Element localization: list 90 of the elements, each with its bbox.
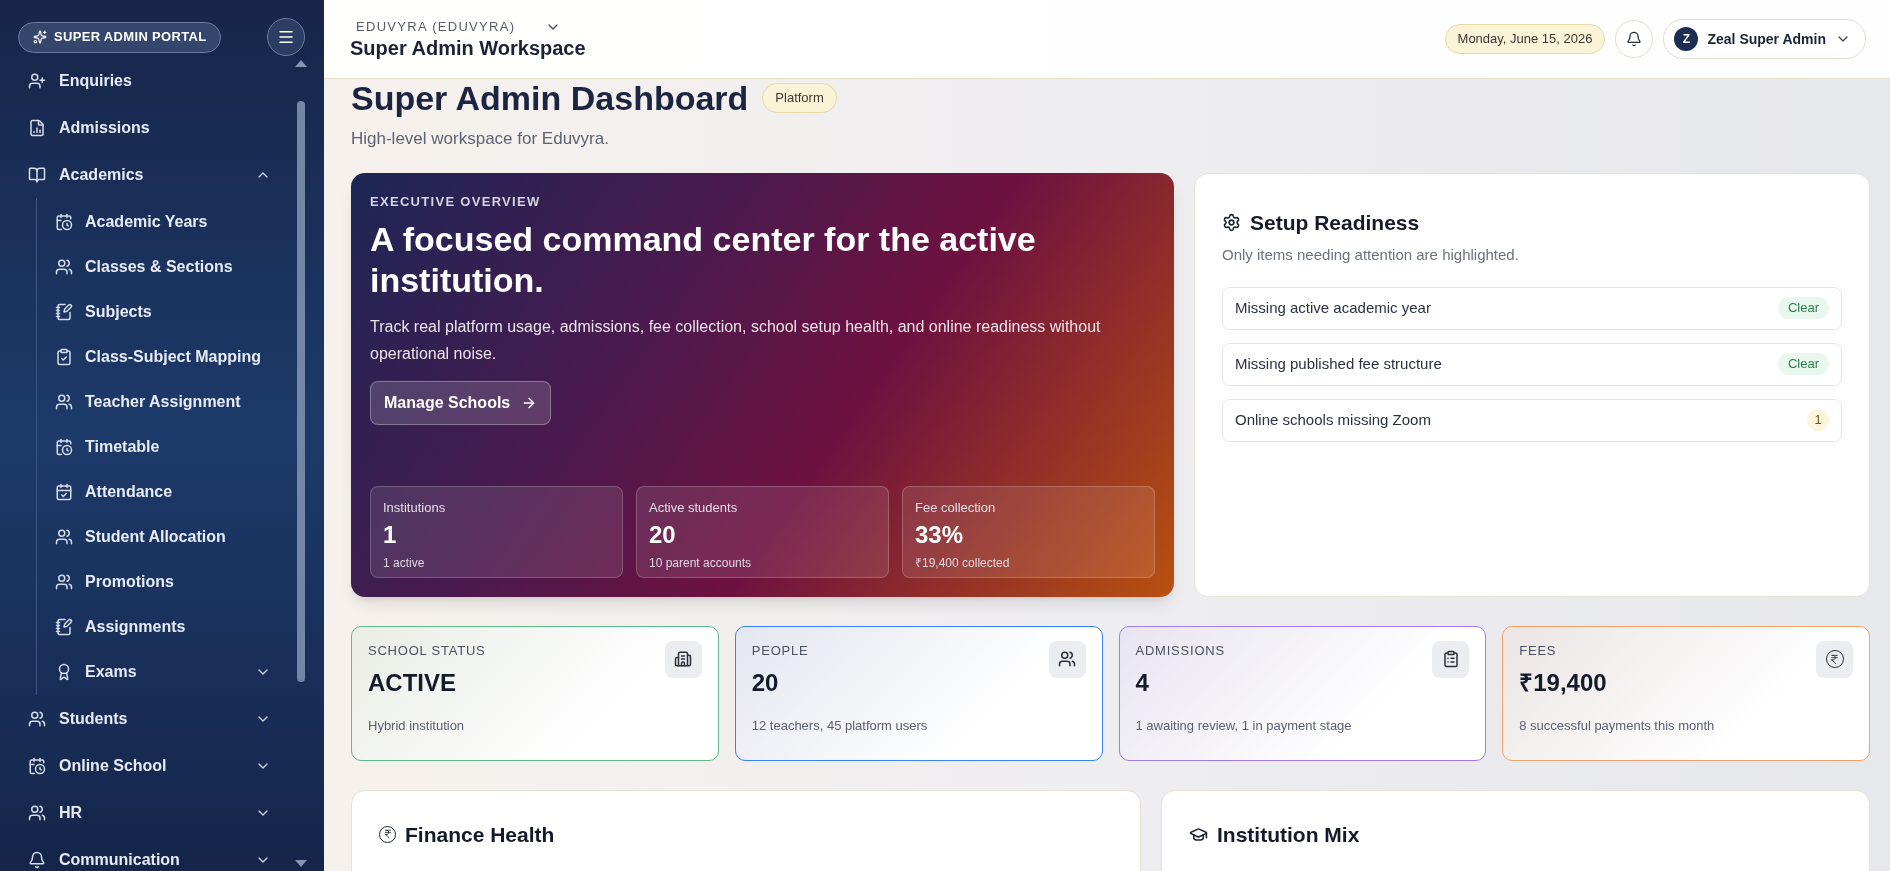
metric-label: Fee collection — [915, 498, 997, 517]
users-icon — [55, 572, 73, 591]
organization-switcher[interactable]: EDUVYRA (EDUVYRA) — [350, 16, 586, 37]
metric-note: ₹19,400 collected — [915, 555, 1011, 572]
menu-button[interactable] — [267, 18, 305, 56]
stat-label: FEES — [1519, 641, 1557, 660]
metric-value: 20 — [649, 520, 677, 550]
card-subtitle: Only items needing attention are highlighted. — [1222, 245, 1520, 265]
notifications-button[interactable] — [1615, 20, 1654, 58]
users-icon — [28, 803, 46, 822]
sidebar-item[interactable]: Enquiries — [0, 57, 295, 104]
user-avatar: Z — [1674, 27, 1699, 51]
page-title: Super Admin Dashboard — [351, 78, 749, 118]
sidebar-item[interactable]: HR — [0, 789, 295, 836]
sidebar-item[interactable]: Communication — [0, 836, 295, 871]
stat-note: 8 successful payments this month — [1519, 716, 1716, 735]
stat-note: Hybrid institution — [368, 716, 466, 735]
workspace-title: Super Admin Workspace — [350, 36, 586, 62]
user-menu[interactable]: Z Zeal Super Admin — [1663, 19, 1866, 59]
user-name: Zeal Super Admin — [1707, 29, 1826, 49]
stat-value: 4 — [1135, 667, 1150, 698]
metric-note: 10 parent accounts — [649, 555, 753, 572]
card-title: Setup Readiness — [1250, 209, 1420, 236]
sidebar-item[interactable]: Student Allocation — [37, 514, 295, 559]
stat-note: 12 teachers, 45 platform users — [751, 716, 929, 735]
stat-label: PEOPLE — [751, 641, 809, 660]
stat-value: 20 — [751, 667, 780, 698]
sidebar-item[interactable]: Timetable — [37, 424, 295, 469]
sidebar-item[interactable]: Students — [0, 695, 295, 742]
sidebar-item[interactable]: Assignments — [37, 604, 295, 649]
status-badge: 1 — [1807, 409, 1829, 431]
card-title: Finance Health — [405, 821, 555, 848]
rupee-coin-icon — [1816, 640, 1853, 678]
clipboard-check-icon — [55, 347, 73, 366]
stat-label: SCHOOL STATUS — [368, 641, 486, 660]
sidebar-item[interactable]: Academic Years — [37, 199, 295, 244]
stat-label: ADMISSIONS — [1135, 641, 1225, 660]
metric-value: 33% — [915, 520, 965, 550]
building-icon — [664, 640, 702, 678]
report-icon — [28, 118, 46, 137]
sidebar-item[interactable]: Teacher Assignment — [37, 379, 295, 424]
users-icon — [55, 392, 73, 411]
sidebar-item[interactable]: Academics — [0, 151, 295, 198]
metric-value: 1 — [383, 520, 398, 550]
overview-eyebrow: EXECUTIVE OVERVIEW — [370, 192, 542, 211]
settings-icon — [1222, 212, 1241, 232]
notebook-icon — [55, 302, 73, 321]
page-subtitle: High-level workspace for Eduvyra. — [351, 128, 610, 150]
readiness-label: Missing active academic year — [1235, 297, 1431, 318]
portal-label: SUPER ADMIN PORTAL — [54, 28, 207, 47]
clipboard-icon — [1432, 640, 1470, 678]
sidebar-item[interactable]: Classes & Sections — [37, 244, 295, 289]
metric-label: Active students — [649, 498, 739, 517]
bell-icon — [1626, 31, 1643, 47]
users-icon — [1048, 640, 1086, 678]
readiness-label: Missing published fee structure — [1235, 353, 1442, 374]
sidebar-item[interactable]: Subjects — [37, 289, 295, 334]
stat-value: ACTIVE — [368, 667, 457, 698]
sidebar-item[interactable]: Promotions — [37, 559, 295, 604]
manage-schools-button[interactable]: Manage Schools — [370, 381, 552, 425]
calendar-check-icon — [55, 482, 73, 501]
sparkles-icon — [33, 30, 47, 44]
status-badge: Clear — [1777, 353, 1829, 375]
calendar-clock-icon — [55, 437, 73, 456]
users-icon — [28, 709, 46, 728]
stat-note: 1 awaiting review, 1 in payment stage — [1135, 716, 1353, 735]
metric-note: 1 active — [383, 555, 426, 572]
platform-badge: Platform — [762, 83, 837, 113]
readiness-label: Online schools missing Zoom — [1235, 409, 1431, 430]
sidebar-item[interactable]: Attendance — [37, 469, 295, 514]
sidebar-item[interactable]: Class-Subject Mapping — [37, 334, 295, 379]
stat-value: ₹19,400 — [1519, 667, 1608, 698]
status-badge: Clear — [1777, 297, 1829, 319]
date-badge: Monday, June 15, 2026 — [1444, 24, 1606, 54]
bell-icon — [28, 850, 46, 869]
card-title: Institution Mix — [1217, 821, 1360, 848]
calendar-clock-icon — [28, 756, 46, 775]
overview-description: Track real platform usage, admissions, fee collection, school setup health, and online readiness without operational noise. — [370, 317, 1102, 364]
sidebar-item[interactable]: Admissions — [0, 104, 295, 151]
sidebar-item[interactable]: Exams — [37, 649, 295, 694]
calendar-clock-icon — [55, 212, 73, 231]
notebook-icon — [55, 617, 73, 636]
metric-label: Institutions — [383, 498, 447, 517]
users-icon — [55, 527, 73, 546]
sidebar-item[interactable]: Online School — [0, 742, 295, 789]
menu-icon — [277, 28, 295, 46]
overview-heading: A focused command center for the active institution. — [370, 219, 1037, 301]
user-plus-icon — [28, 71, 46, 90]
book-icon — [28, 165, 46, 184]
users-icon — [55, 257, 73, 276]
